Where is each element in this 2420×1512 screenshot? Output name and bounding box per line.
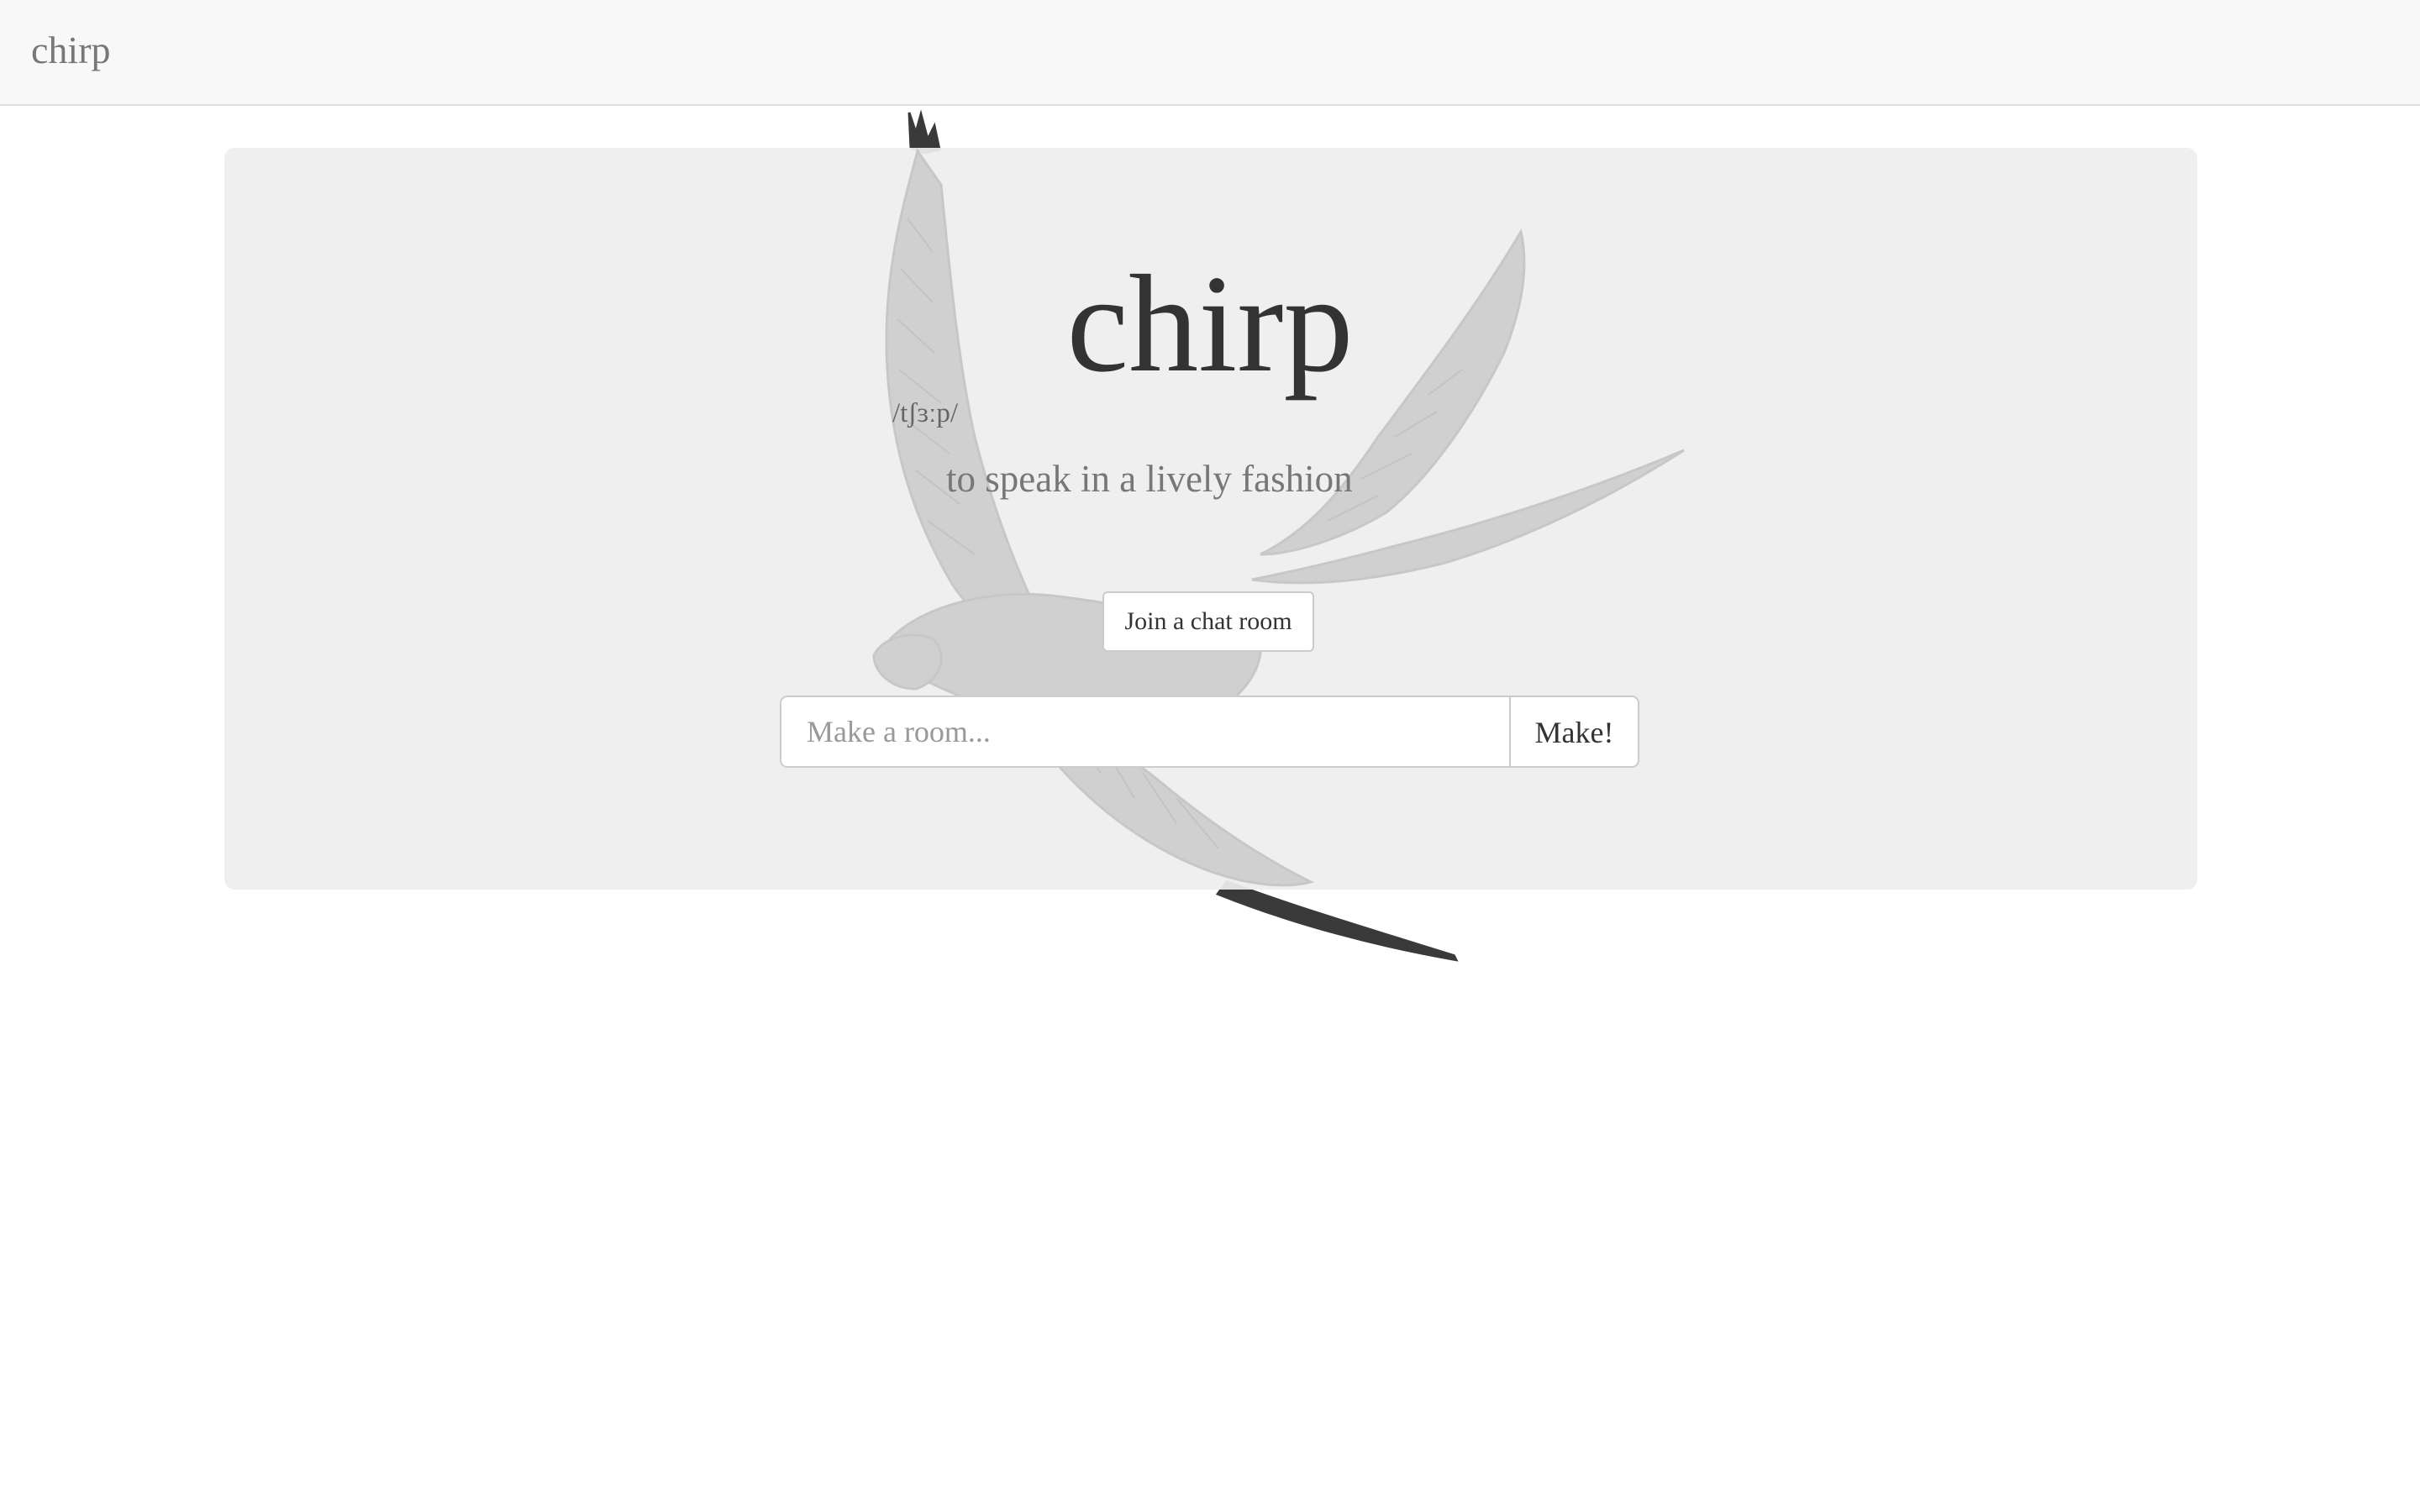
join-chat-room-button[interactable]: Join a chat room: [1102, 591, 1314, 652]
hero-title: chirp: [1066, 246, 1354, 401]
make-room-input[interactable]: [780, 696, 1511, 768]
pronunciation-text: /tʃɜːp/: [892, 398, 959, 428]
make-room-button[interactable]: Make!: [1509, 696, 1639, 768]
make-room-form: Make!: [780, 696, 1639, 768]
hero-content: chirp /tʃɜːp/ to speak in a lively fashi…: [0, 0, 2420, 1512]
definition-text: to speak in a lively fashion: [946, 458, 1353, 500]
